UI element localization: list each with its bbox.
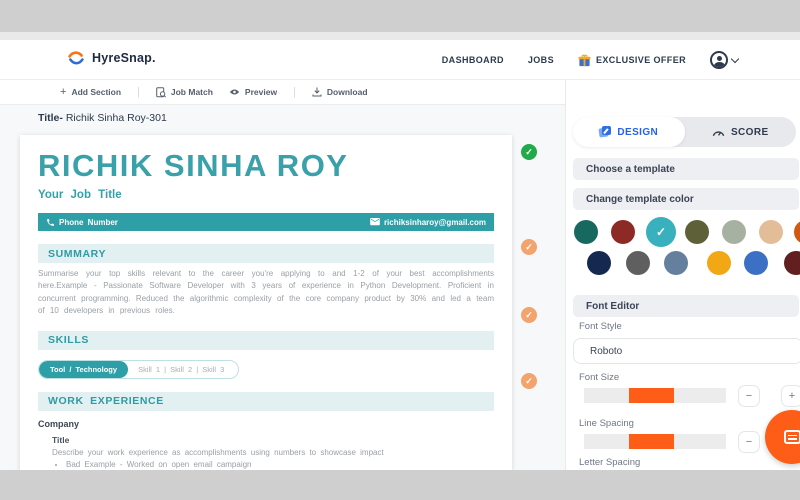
color-swatch[interactable] xyxy=(664,251,688,275)
window-chrome-bottom xyxy=(0,470,800,500)
download-button[interactable]: Download xyxy=(312,87,368,97)
nav-jobs[interactable]: JOBS xyxy=(528,55,554,65)
document-title-label: Title- xyxy=(38,112,63,124)
editor-content-area: Title- Richik Sinha Roy-301 RICHIK SINHA… xyxy=(0,105,565,470)
top-header: HyreSnap. DASHBOARD JOBS EXCLUSIVE OFFER xyxy=(0,40,800,80)
phone-field[interactable]: Phone Number xyxy=(46,218,118,227)
hyresnap-logo[interactable]: HyreSnap. xyxy=(66,50,156,66)
job-match-button[interactable]: Job Match xyxy=(156,86,213,98)
document-title: Title- Richik Sinha Roy-301 xyxy=(38,112,167,124)
gift-icon xyxy=(578,54,591,67)
plus-icon: + xyxy=(60,86,67,98)
design-icon xyxy=(598,126,612,138)
chevron-down-icon xyxy=(730,54,740,63)
download-icon xyxy=(312,87,322,97)
section-partial-badge: ✓ xyxy=(521,239,537,255)
logo-text: HyreSnap. xyxy=(92,51,156,65)
add-section-label: Add Section xyxy=(71,87,122,97)
window-chrome-strip xyxy=(0,32,800,40)
main-nav: DASHBOARD JOBS EXCLUSIVE OFFER xyxy=(442,40,740,80)
color-swatch[interactable] xyxy=(574,220,598,244)
design-panel: DESIGN SCORE Choose a template Change te… xyxy=(565,80,800,470)
work-bullet-list: Bad Example - Worked on open email campa… xyxy=(66,460,494,470)
resume-name[interactable]: RICHIK SINHA ROY xyxy=(38,148,494,184)
line-spacing-slider-handle[interactable] xyxy=(629,434,674,449)
font-style-select[interactable]: Roboto xyxy=(573,338,800,364)
skill-placeholder-list[interactable]: Skill 1 | Skill 2 | Skill 3 xyxy=(128,361,238,378)
nav-exclusive-offer[interactable]: EXCLUSIVE OFFER xyxy=(578,54,686,67)
color-swatch[interactable] xyxy=(685,220,709,244)
tab-score-label: SCORE xyxy=(730,126,769,138)
color-swatch[interactable] xyxy=(587,251,611,275)
color-swatch[interactable] xyxy=(759,220,783,244)
job-match-label: Job Match xyxy=(170,87,213,97)
summary-text[interactable]: Summarise your top skills relevant to th… xyxy=(38,268,494,318)
document-title-value: Richik Sinha Roy-301 xyxy=(65,112,167,124)
help-fab-button[interactable] xyxy=(765,410,800,464)
tab-design-label: DESIGN xyxy=(617,126,659,138)
envelope-icon xyxy=(370,218,380,226)
email-field[interactable]: richiksinharoy@gmail.com xyxy=(370,218,486,227)
font-size-label: Font Size xyxy=(579,372,620,383)
add-section-button[interactable]: + Add Section xyxy=(60,86,121,98)
tab-score[interactable]: SCORE xyxy=(685,117,797,147)
app-window: HyreSnap. DASHBOARD JOBS EXCLUSIVE OFFER xyxy=(0,0,800,500)
toolbar-divider: | xyxy=(137,86,140,98)
font-style-label: Font Style xyxy=(579,321,622,332)
summary-section-heading[interactable]: SUMMARY xyxy=(38,244,494,263)
work-description[interactable]: Describe your work experience as accompl… xyxy=(52,448,494,457)
resume-contact-bar[interactable]: Phone Number richiksinharoy@gmail.com xyxy=(38,213,494,231)
section-partial-badge: ✓ xyxy=(521,307,537,323)
line-spacing-decrease-button[interactable]: − xyxy=(738,431,760,453)
resume-job-title[interactable]: Your Job Title xyxy=(38,189,494,201)
work-section-heading[interactable]: WORK EXPERIENCE xyxy=(38,391,494,411)
color-swatch[interactable] xyxy=(722,220,746,244)
color-swatch-selected[interactable]: ✓ xyxy=(646,217,676,247)
eye-icon xyxy=(229,88,240,96)
color-swatch[interactable] xyxy=(794,220,800,244)
line-spacing-label: Line Spacing xyxy=(579,418,634,429)
nav-dashboard[interactable]: DASHBOARD xyxy=(442,55,504,65)
resume-preview-card[interactable]: RICHIK SINHA ROY Your Job Title Phone Nu… xyxy=(20,135,512,470)
preview-label: Preview xyxy=(244,87,278,97)
toolbar-divider: | xyxy=(293,86,296,98)
nav-exclusive-offer-label: EXCLUSIVE OFFER xyxy=(595,55,686,65)
color-swatch[interactable] xyxy=(611,220,635,244)
font-size-increase-button[interactable]: + xyxy=(781,385,800,407)
chat-menu-icon xyxy=(783,430,800,444)
work-title[interactable]: Title xyxy=(52,435,494,445)
font-editor-header: Font Editor xyxy=(573,295,799,317)
work-company[interactable]: Company xyxy=(38,419,494,429)
gauge-icon xyxy=(712,128,725,137)
resume-toolbar: + Add Section | Job Match Preview | Down… xyxy=(0,80,565,105)
preview-button[interactable]: Preview xyxy=(229,87,277,97)
panel-tabbar: DESIGN SCORE xyxy=(573,117,796,147)
phone-label: Phone Number xyxy=(59,217,118,227)
font-size-slider[interactable] xyxy=(584,388,726,403)
change-template-color-button[interactable]: Change template color xyxy=(573,188,799,210)
phone-icon xyxy=(46,218,55,227)
skills-section-heading[interactable]: SKILLS xyxy=(38,330,494,350)
section-partial-badge: ✓ xyxy=(521,373,537,389)
skill-primary-chip[interactable]: Tool / Technology xyxy=(39,360,129,378)
line-spacing-slider[interactable] xyxy=(584,434,726,449)
letter-spacing-label: Letter Spacing xyxy=(579,457,641,468)
avatar-icon xyxy=(710,51,728,69)
font-size-slider-handle[interactable] xyxy=(629,388,674,403)
tab-design[interactable]: DESIGN xyxy=(573,117,685,147)
font-size-decrease-button[interactable]: − xyxy=(738,385,760,407)
section-complete-badge: ✓ xyxy=(521,144,537,160)
color-swatch[interactable] xyxy=(744,251,768,275)
skills-pill[interactable]: Tool / Technology Skill 1 | Skill 2 | Sk… xyxy=(38,359,240,379)
logo-swoosh-icon xyxy=(66,50,86,66)
color-swatch[interactable] xyxy=(626,251,650,275)
color-swatch[interactable] xyxy=(784,251,800,275)
download-label: Download xyxy=(326,87,368,97)
email-value: richiksinharoy@gmail.com xyxy=(383,217,486,227)
job-match-icon xyxy=(156,86,166,98)
choose-template-button[interactable]: Choose a template xyxy=(573,158,799,180)
account-menu[interactable] xyxy=(710,51,740,69)
color-swatch[interactable] xyxy=(707,251,731,275)
work-bullet[interactable]: Bad Example - Worked on open email campa… xyxy=(66,460,494,469)
